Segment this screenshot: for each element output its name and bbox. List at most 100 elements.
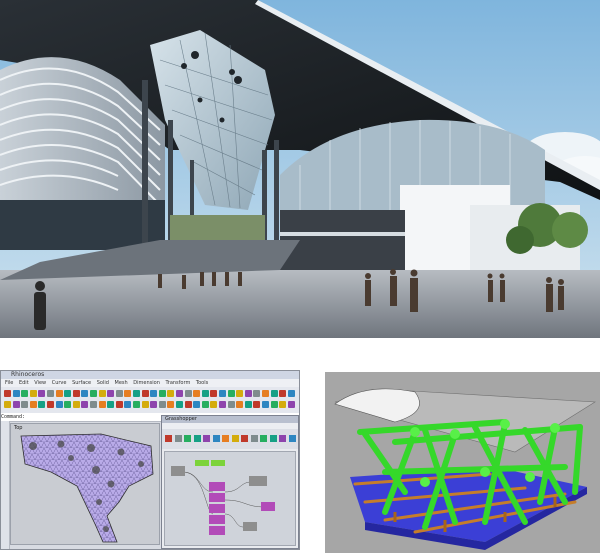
toolbar-button-icon[interactable] [193, 401, 201, 408]
gh-component-icon[interactable] [279, 435, 286, 442]
gh-component-icon[interactable] [241, 435, 248, 442]
toolbar-button-icon[interactable] [98, 390, 106, 397]
toolbar-button-icon[interactable] [124, 390, 132, 397]
toolbar-button-icon[interactable] [4, 401, 11, 408]
toolbar-button-icon[interactable] [55, 401, 63, 408]
toolbar-button-icon[interactable] [219, 401, 226, 408]
toolbar-button-icon[interactable] [124, 401, 132, 408]
gh-component-icon[interactable] [250, 435, 258, 442]
toolbar-button-icon[interactable] [115, 390, 123, 397]
toolbar-button-icon[interactable] [158, 401, 166, 408]
toolbar-button-icon[interactable] [236, 401, 244, 408]
toolbar-button-icon[interactable] [270, 401, 278, 408]
toolbar-button-icon[interactable] [227, 401, 235, 408]
toolbar-button-icon[interactable] [12, 390, 20, 397]
viewport-top[interactable]: Top [10, 423, 160, 545]
toolbar-button-icon[interactable] [55, 390, 63, 397]
gh-component-icon[interactable] [165, 435, 172, 442]
toolbar-button-icon[interactable] [287, 401, 295, 408]
toolbar-button-icon[interactable] [133, 401, 140, 408]
menu-item-curve[interactable]: Curve [52, 380, 67, 386]
gh-component-icon[interactable] [212, 435, 220, 442]
curved-canopy [334, 388, 420, 423]
toolbar-button-icon[interactable] [98, 401, 106, 408]
window-titlebar: Rhinoceros [1, 371, 299, 379]
toolbar-button-icon[interactable] [21, 401, 29, 408]
menu-item-mesh[interactable]: Mesh [115, 380, 128, 386]
gh-component-icon[interactable] [203, 435, 210, 442]
menu-item-dimension[interactable]: Dimension [133, 380, 160, 386]
toolbar-button-icon[interactable] [141, 401, 149, 408]
toolbar-button-icon[interactable] [244, 390, 252, 397]
toolbar-button-icon[interactable] [236, 390, 244, 397]
gh-component-icon[interactable] [260, 435, 267, 442]
gh-component-icon[interactable] [231, 435, 239, 442]
toolbar-button-icon[interactable] [133, 390, 140, 397]
toolbar-button-icon[interactable] [184, 390, 192, 397]
toolbar-button-icon[interactable] [90, 401, 97, 408]
toolbar-button-icon[interactable] [219, 390, 226, 397]
toolbar-button-icon[interactable] [201, 401, 209, 408]
toolbar-button-icon[interactable] [107, 390, 115, 397]
toolbar-button-icon[interactable] [244, 401, 252, 408]
toolbar-button-icon[interactable] [107, 401, 115, 408]
menu-item-edit[interactable]: Edit [19, 380, 29, 386]
menu-item-transform[interactable]: Transform [165, 380, 190, 386]
toolbar-button-icon[interactable] [158, 390, 166, 397]
toolbar-button-icon[interactable] [184, 401, 192, 408]
toolbar-button-icon[interactable] [141, 390, 149, 397]
toolbar-button-icon[interactable] [29, 401, 37, 408]
toolbar-button-icon[interactable] [279, 401, 287, 408]
left-toolbar [1, 421, 10, 549]
toolbar-button-icon[interactable] [176, 401, 183, 408]
gh-component-icon[interactable] [174, 435, 182, 442]
toolbar-button-icon[interactable] [72, 390, 80, 397]
toolbar-button-icon[interactable] [167, 390, 175, 397]
toolbar-button-icon[interactable] [262, 390, 269, 397]
toolbar-button-icon[interactable] [262, 401, 269, 408]
toolbar-button-icon[interactable] [167, 401, 175, 408]
toolbar-button-icon[interactable] [38, 401, 46, 408]
menu-item-view[interactable]: View [34, 380, 46, 386]
toolbar-button-icon[interactable] [253, 401, 261, 408]
toolbar-button-icon[interactable] [115, 401, 123, 408]
toolbar-button-icon[interactable] [64, 390, 72, 397]
toolbar-button-icon[interactable] [150, 390, 158, 397]
toolbar-button-icon[interactable] [210, 390, 218, 397]
toolbar-button-icon[interactable] [193, 390, 201, 397]
toolbar-button-icon[interactable] [90, 390, 97, 397]
toolbar-button-icon[interactable] [81, 401, 89, 408]
gh-component-icon[interactable] [288, 435, 296, 442]
toolbar-button-icon[interactable] [176, 390, 183, 397]
architecture-render [0, 0, 600, 338]
toolbar [1, 387, 299, 413]
toolbar-button-icon[interactable] [4, 390, 11, 397]
toolbar-button-icon[interactable] [47, 401, 54, 408]
gh-component-icon[interactable] [184, 435, 191, 442]
grasshopper-canvas[interactable] [164, 451, 296, 546]
toolbar-button-icon[interactable] [21, 390, 29, 397]
toolbar-button-icon[interactable] [38, 390, 46, 397]
toolbar-button-icon[interactable] [150, 401, 158, 408]
menu-item-solid[interactable]: Solid [97, 380, 109, 386]
toolbar-button-icon[interactable] [81, 390, 89, 397]
menu-item-surface[interactable]: Surface [72, 380, 91, 386]
toolbar-button-icon[interactable] [72, 401, 80, 408]
toolbar-button-icon[interactable] [279, 390, 287, 397]
gh-component-icon[interactable] [193, 435, 201, 442]
menu-item-file[interactable]: File [5, 380, 13, 386]
toolbar-button-icon[interactable] [210, 401, 218, 408]
toolbar-button-icon[interactable] [64, 401, 72, 408]
menu-item-tools[interactable]: Tools [196, 380, 208, 386]
toolbar-button-icon[interactable] [227, 390, 235, 397]
toolbar-button-icon[interactable] [12, 401, 20, 408]
viewport-label: Top [14, 425, 23, 431]
toolbar-button-icon[interactable] [270, 390, 278, 397]
gh-component-icon[interactable] [222, 435, 229, 442]
gh-component-icon[interactable] [269, 435, 277, 442]
toolbar-button-icon[interactable] [287, 390, 295, 397]
toolbar-button-icon[interactable] [201, 390, 209, 397]
toolbar-button-icon[interactable] [47, 390, 54, 397]
toolbar-button-icon[interactable] [253, 390, 261, 397]
toolbar-button-icon[interactable] [29, 390, 37, 397]
